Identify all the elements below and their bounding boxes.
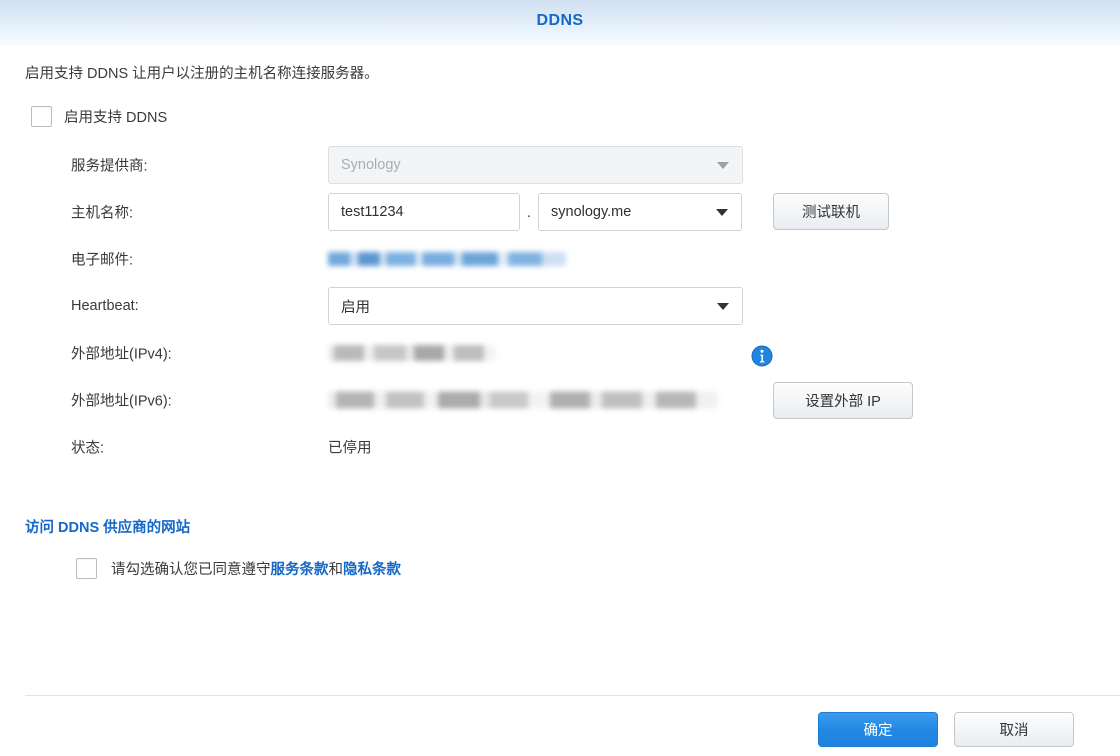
hostname-control: test11234 . synology.me bbox=[328, 193, 742, 231]
hostname-input[interactable]: test11234 bbox=[328, 193, 520, 231]
field-row-heartbeat: Heartbeat: 启用 bbox=[0, 283, 1120, 329]
external-ipv4-control bbox=[328, 345, 495, 361]
field-row-ipv6: 外部地址(IPv6): bbox=[0, 377, 1120, 423]
provider-value: Synology bbox=[341, 157, 401, 173]
terms-agreement-row[interactable]: 请勾选确认您已同意遵守服务条款和隐私条款 bbox=[76, 558, 401, 579]
set-external-ip-button[interactable]: 设置外部 IP bbox=[773, 382, 913, 419]
enable-ddns-row[interactable]: 启用支持 DDNS bbox=[31, 106, 167, 127]
field-row-email: 电子邮件: bbox=[0, 236, 1120, 282]
external-ipv6-label: 外部地址(IPv6): bbox=[71, 393, 172, 410]
privacy-policy-link[interactable]: 隐私条款 bbox=[343, 562, 401, 578]
enable-ddns-checkbox[interactable] bbox=[31, 106, 52, 127]
status-control: 已停用 bbox=[328, 437, 372, 458]
ok-button[interactable]: 确定 bbox=[818, 712, 938, 747]
chevron-down-icon bbox=[717, 162, 729, 169]
heartbeat-value: 启用 bbox=[341, 299, 370, 316]
field-row-provider: 服务提供商: Synology bbox=[0, 142, 1120, 188]
terms-prefix: 请勾选确认您已同意遵守 bbox=[111, 562, 271, 578]
cancel-button[interactable]: 取消 bbox=[954, 712, 1074, 747]
terms-agreement-text: 请勾选确认您已同意遵守服务条款和隐私条款 bbox=[111, 558, 401, 579]
chevron-down-icon bbox=[717, 303, 729, 310]
external-ipv4-value-redacted bbox=[328, 345, 495, 361]
hostname-separator: . bbox=[526, 203, 532, 221]
dialog-title: DDNS bbox=[536, 12, 584, 29]
provider-select: Synology bbox=[328, 146, 743, 184]
status-value: 已停用 bbox=[328, 440, 372, 457]
enable-ddns-label: 启用支持 DDNS bbox=[64, 110, 168, 126]
field-row-hostname: 主机名称: test11234 . synology.me bbox=[0, 189, 1120, 235]
terms-conjunction: 和 bbox=[328, 562, 344, 578]
dialog-body: 启用支持 DDNS 让用户以注册的主机名称连接服务器。 启用支持 DDNS 服务… bbox=[0, 46, 1120, 695]
provider-label: 服务提供商: bbox=[71, 158, 148, 175]
chevron-down-icon bbox=[716, 209, 728, 216]
heartbeat-control: 启用 bbox=[328, 287, 743, 325]
email-control bbox=[328, 252, 566, 266]
ddns-dialog: DDNS 启用支持 DDNS 让用户以注册的主机名称连接服务器。 启用支持 DD… bbox=[0, 0, 1120, 756]
email-value-redacted bbox=[328, 252, 566, 266]
terms-of-service-link[interactable]: 服务条款 bbox=[271, 562, 329, 578]
heartbeat-select[interactable]: 启用 bbox=[328, 287, 743, 325]
provider-control: Synology bbox=[328, 146, 743, 184]
dialog-footer: 确定 取消 bbox=[0, 695, 1120, 756]
dialog-description: 启用支持 DDNS 让用户以注册的主机名称连接服务器。 bbox=[25, 66, 379, 82]
field-row-status: 状态: 已停用 bbox=[0, 424, 1120, 470]
terms-agreement-checkbox[interactable] bbox=[76, 558, 97, 579]
hostname-label: 主机名称: bbox=[71, 205, 134, 222]
dialog-titlebar: DDNS bbox=[0, 0, 1120, 46]
domain-select[interactable]: synology.me bbox=[538, 193, 742, 231]
domain-value: synology.me bbox=[551, 204, 632, 220]
hostname-value: test11234 bbox=[341, 204, 404, 220]
visit-provider-website-link[interactable]: 访问 DDNS 供应商的网站 bbox=[25, 516, 190, 537]
test-connection-button[interactable]: 测试联机 bbox=[773, 193, 889, 230]
status-label: 状态: bbox=[71, 440, 105, 457]
field-row-ipv4: 外部地址(IPv4): bbox=[0, 330, 1120, 376]
info-icon[interactable] bbox=[751, 345, 773, 367]
external-ipv6-value-redacted bbox=[328, 391, 718, 409]
external-ipv4-label: 外部地址(IPv4): bbox=[71, 346, 172, 363]
external-ipv6-control bbox=[328, 391, 718, 409]
email-label: 电子邮件: bbox=[71, 252, 134, 269]
footer-divider bbox=[25, 695, 1120, 696]
heartbeat-label: Heartbeat: bbox=[71, 298, 139, 314]
